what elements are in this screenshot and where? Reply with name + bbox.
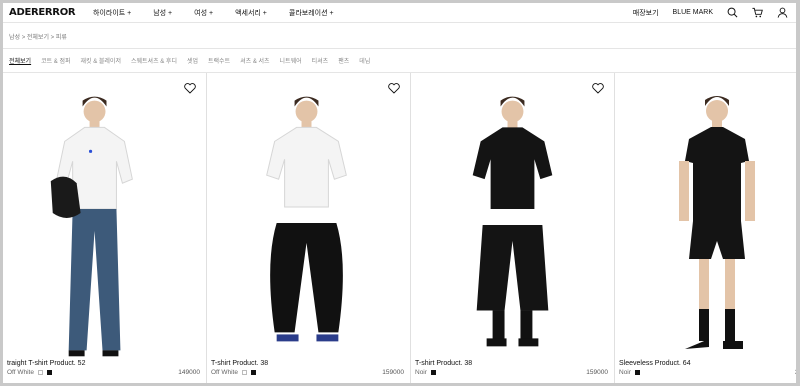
account-icon[interactable]: [777, 7, 788, 18]
tab-tracksuit[interactable]: 트랙수트: [208, 56, 230, 65]
category-tabs: 전체보기 코트 & 점퍼 재킷 & 블레이저 스웨트셔츠 & 후디 셋업 트랙수…: [9, 56, 370, 65]
tab-pants[interactable]: 팬츠: [338, 56, 349, 65]
tab-jackets[interactable]: 재킷 & 블레이저: [81, 56, 121, 65]
product-color: Off White: [7, 369, 52, 376]
product-card[interactable]: traight T-shirt Product. 52 Off White 14…: [3, 73, 207, 383]
cart-icon[interactable]: [752, 7, 763, 18]
tab-all[interactable]: 전체보기: [9, 56, 31, 65]
product-image[interactable]: [411, 73, 614, 358]
color-swatch-black[interactable]: [430, 370, 436, 375]
garment-bottom: [476, 224, 549, 311]
garment-bottom: [68, 209, 121, 351]
blue-mark-link[interactable]: BLUE MARK: [673, 9, 713, 16]
product-name[interactable]: T-shirt Product. 38: [415, 360, 472, 367]
divider: [3, 48, 796, 49]
garment-top: [472, 127, 553, 210]
tab-knitwear[interactable]: 니트웨어: [280, 56, 302, 65]
tab-setup[interactable]: 셋업: [187, 56, 198, 65]
tab-coats[interactable]: 코트 & 점퍼: [41, 56, 70, 65]
tab-sweatshirts[interactable]: 스웨트셔츠 & 후디: [131, 56, 177, 65]
product-image[interactable]: [207, 73, 410, 358]
nav-collaboration[interactable]: 콜라보레이션 +: [289, 8, 334, 18]
product-price: 37900: [795, 369, 796, 376]
nav-women[interactable]: 여성 +: [194, 8, 213, 18]
brand-logo[interactable]: ADERERROR: [9, 7, 76, 18]
product-price: 159000: [382, 369, 404, 376]
tab-shirts[interactable]: 셔츠 & 서츠: [240, 56, 269, 65]
product-color: Off White: [211, 369, 256, 376]
nav-highlight[interactable]: 하이라이트 +: [93, 8, 131, 18]
garment-top: [266, 126, 347, 208]
product-name[interactable]: T-shirt Product. 38: [211, 360, 268, 367]
tab-tshirts[interactable]: 티셔츠: [312, 56, 329, 65]
product-price: 149000: [178, 369, 200, 376]
main-nav: 하이라이트 + 남성 + 여성 + 액세서리 + 콜라보레이션 +: [93, 8, 334, 18]
product-price: 159000: [586, 369, 608, 376]
wishlist-heart-icon[interactable]: [184, 83, 196, 94]
color-swatch-black[interactable]: [634, 370, 640, 375]
site-header: ADERERROR 하이라이트 + 남성 + 여성 + 액세서리 + 콜라보레이…: [3, 3, 796, 23]
wishlist-heart-icon[interactable]: [592, 83, 604, 94]
garment-bottom: [689, 221, 745, 259]
product-name[interactable]: traight T-shirt Product. 52: [7, 360, 85, 367]
product-name[interactable]: Sleeveless Product. 64: [619, 360, 691, 367]
garment-bottom: [270, 222, 343, 333]
product-grid: traight T-shirt Product. 52 Off White 14…: [3, 73, 796, 383]
color-swatch-black[interactable]: [250, 370, 256, 375]
product-image[interactable]: [615, 73, 796, 358]
tab-denim[interactable]: 데님: [359, 56, 370, 65]
product-card[interactable]: Sleeveless Product. 64 Noir 37900: [615, 73, 796, 383]
breadcrumb: 남성 > 전체보기 > 피류: [9, 35, 67, 41]
product-color: Noir: [415, 369, 436, 376]
nav-men[interactable]: 남성 +: [153, 8, 172, 18]
store-locator-link[interactable]: 매장보기: [633, 8, 659, 18]
product-card[interactable]: T-shirt Product. 38 Off White 159000: [207, 73, 411, 383]
product-color: Noir: [619, 369, 640, 376]
page-frame: ADERERROR 하이라이트 + 남성 + 여성 + 액세서리 + 콜라보레이…: [3, 3, 796, 383]
color-swatch-white[interactable]: [37, 370, 43, 375]
product-image[interactable]: [3, 73, 206, 358]
color-swatch-black[interactable]: [46, 370, 52, 375]
garment-top: [685, 127, 749, 221]
search-icon[interactable]: [727, 7, 738, 18]
product-card[interactable]: T-shirt Product. 38 Noir 159000: [411, 73, 615, 383]
nav-accessories[interactable]: 액세서리 +: [235, 8, 267, 18]
utility-bar: 매장보기 BLUE MARK: [633, 7, 788, 18]
color-swatch-white[interactable]: [241, 370, 247, 375]
wishlist-heart-icon[interactable]: [388, 83, 400, 94]
